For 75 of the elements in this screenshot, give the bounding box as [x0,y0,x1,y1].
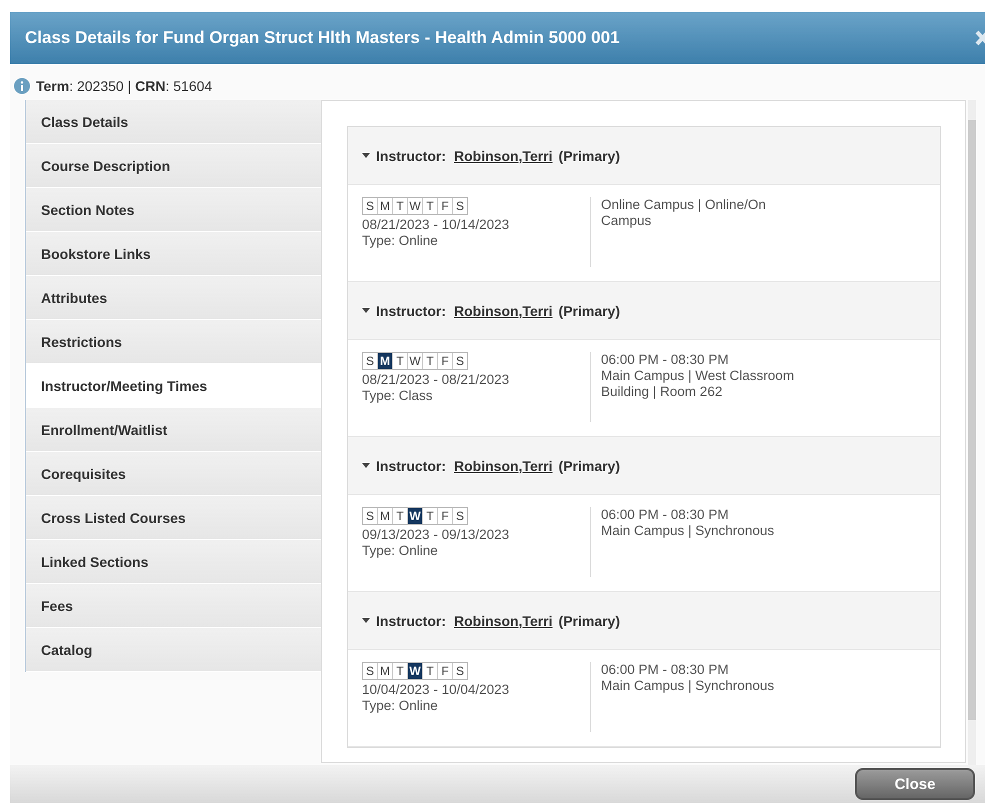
day-letter: W [408,663,423,679]
caret-icon[interactable] [362,308,370,314]
meeting-time: 06:00 PM - 08:30 PM [601,507,730,523]
instructor-label: Instructor: [376,148,446,164]
sidebar-tab[interactable]: Course Description [26,144,321,188]
meeting-type: Type: Online [362,233,439,249]
day-letter: M [378,353,393,369]
day-letter: S [454,663,465,679]
day-letter: T [423,198,438,214]
day-letter: T [423,663,438,679]
sidebar-tab[interactable]: Class Details [26,100,321,144]
close-button[interactable]: Close [855,768,975,800]
sidebar-tab[interactable]: Fees [26,584,321,628]
sidebar-tab[interactable]: Bookstore Links [26,232,321,276]
meeting-time: 06:00 PM - 08:30 PM [601,352,730,368]
day-letter: W [408,353,423,369]
sidebar-tab[interactable]: Attributes [26,276,321,320]
dialog-title: Class Details for Fund Organ Struct Hlth Masters - Health Admin 5000 001 [25,28,620,48]
sidebar-tab[interactable]: Catalog [26,628,321,672]
info-icon [14,78,30,94]
meeting-type: Type: Online [362,698,439,714]
instructor-role: (Primary) [558,458,620,474]
instructor-role: (Primary) [558,302,620,318]
day-letter: M [378,508,393,524]
sidebar-tab[interactable]: Linked Sections [26,540,321,584]
sidebar-tab[interactable]: Enrollment/Waitlist [26,408,321,452]
instructor-role: (Primary) [558,612,620,628]
term-info: Term: 202350 | CRN: 51604 [36,78,212,94]
instructor-label: Instructor: [376,612,446,628]
day-letter: T [423,508,438,524]
caret-icon[interactable] [362,618,370,624]
day-letter: T [393,198,408,214]
meeting-dates: 10/04/2023 - 10/04/2023 [362,682,510,698]
sidebar-tab[interactable]: Section Notes [26,188,321,232]
day-letter: M [378,663,393,679]
day-letter: S [454,353,465,369]
day-letter: S [363,508,378,524]
day-letter: F [438,198,453,214]
day-letter: S [363,198,378,214]
meeting-location: Main Campus | West Classroom Building | Room 262 [601,368,796,400]
day-letter: S [454,508,465,524]
instructor-label: Instructor: [376,302,446,318]
instructor-link[interactable]: Robinson,Terri [454,612,553,628]
meeting-type: Type: Class [362,388,434,404]
instructor-role: (Primary) [558,148,620,164]
day-letter: T [393,353,408,369]
scrollbar[interactable] [968,100,976,765]
instructor-link[interactable]: Robinson,Terri [454,148,553,164]
day-letter: F [438,663,453,679]
caret-icon[interactable] [362,152,370,158]
day-letter: W [408,508,423,524]
day-letter: T [423,353,438,369]
day-letter: F [438,353,453,369]
close-icon[interactable] [974,30,985,46]
instructor-link[interactable]: Robinson,Terri [454,458,553,474]
meeting-time: 06:00 PM - 08:30 PM [601,662,730,678]
day-letter: S [454,198,465,214]
instructor-link[interactable]: Robinson,Terri [454,302,553,318]
day-letter: W [408,198,423,214]
sidebar-tab[interactable]: Instructor/Meeting Times [26,364,321,408]
meeting-location: Main Campus | Synchronous [601,523,776,539]
sidebar-tab[interactable]: Restrictions [26,320,321,364]
sidebar-tab[interactable]: Corequisites [26,452,321,496]
day-letter: F [438,508,453,524]
meeting-dates: 08/21/2023 - 08/21/2023 [362,372,510,388]
day-letter: M [378,198,393,214]
caret-icon[interactable] [362,462,370,468]
meeting-type: Type: Online [362,543,439,559]
meeting-location: Online Campus | Online/On Campus [601,197,767,229]
meeting-dates: 09/13/2023 - 09/13/2023 [362,527,510,543]
instructor-label: Instructor: [376,458,446,474]
day-letter: S [363,663,378,679]
meeting-dates: 08/21/2023 - 10/14/2023 [362,217,510,233]
sidebar-tab[interactable]: Cross Listed Courses [26,496,321,540]
meeting-location: Main Campus | Synchronous [601,678,776,694]
